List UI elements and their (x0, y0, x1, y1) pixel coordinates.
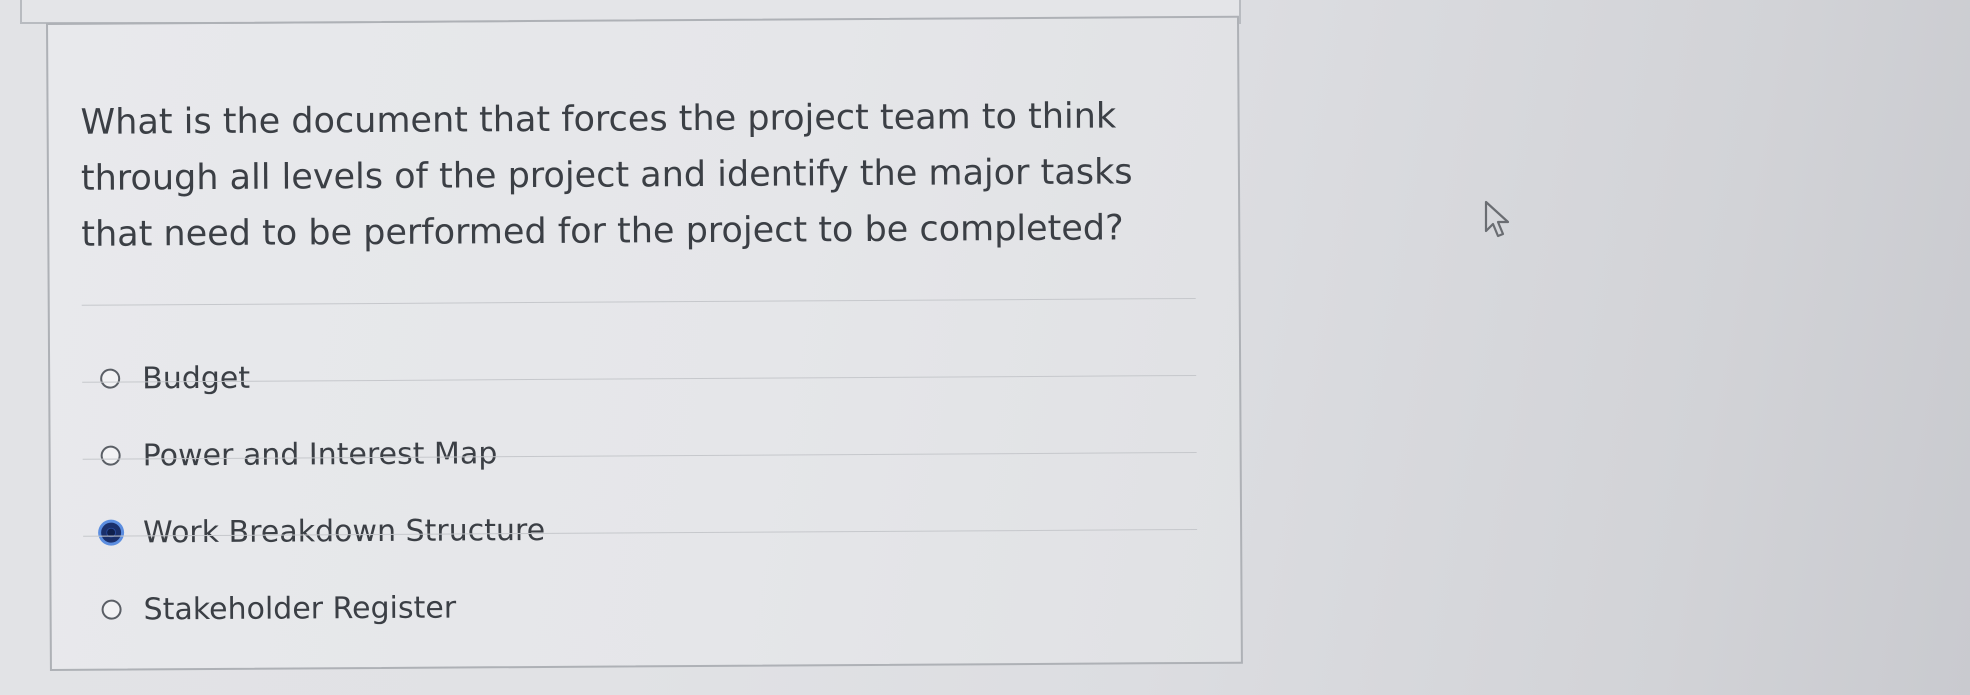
radio-button-budget[interactable] (100, 368, 121, 389)
option-label-stakeholder-register: Stakeholder Register (143, 590, 457, 627)
question-card: What is the document that forces the pro… (46, 15, 1243, 671)
option-work-breakdown-structure[interactable]: Work Breakdown Structure (101, 506, 545, 557)
option-label-power-and-interest-map: Power and Interest Map (142, 435, 498, 473)
divider (81, 297, 1196, 306)
option-power-and-interest-map[interactable]: Power and Interest Map (100, 429, 497, 479)
radio-button-stakeholder-register[interactable] (101, 599, 122, 620)
option-stakeholder-register[interactable]: Stakeholder Register (101, 584, 456, 634)
mouse-pointer-icon (1484, 200, 1510, 238)
radio-button-work-breakdown-structure[interactable] (101, 522, 122, 543)
question-text: What is the document that forces the pro… (80, 96, 1133, 255)
option-label-budget: Budget (142, 360, 251, 396)
option-budget[interactable]: Budget (100, 354, 250, 403)
radio-button-power-and-interest-map[interactable] (100, 445, 121, 466)
option-label-work-breakdown-structure: Work Breakdown Structure (143, 512, 546, 550)
